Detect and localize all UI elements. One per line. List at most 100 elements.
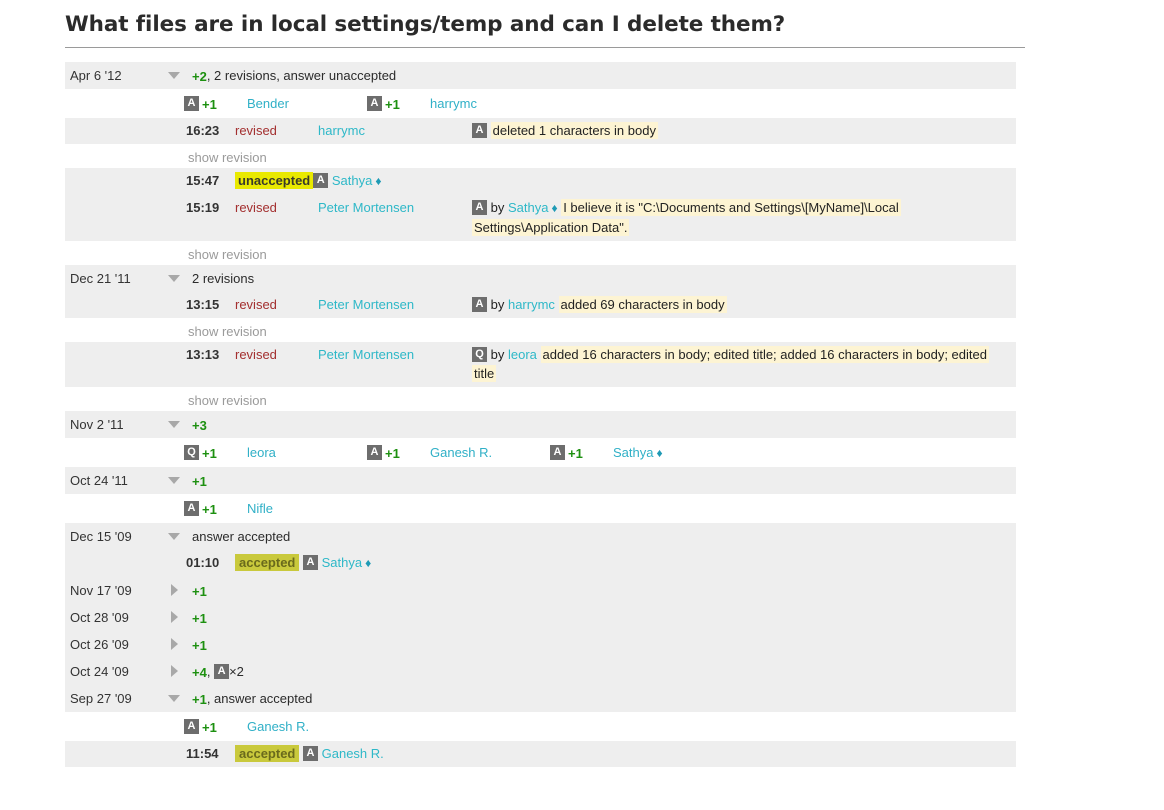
timeline-group-header[interactable]: Apr 6 '12 +2, 2 revisions, answer unaccep… xyxy=(65,62,1016,89)
triangle-down-icon xyxy=(168,476,180,484)
revision-timeline: Apr 6 '12 +2, 2 revisions, answer unaccep… xyxy=(65,62,1164,767)
user-link[interactable]: Sathya xyxy=(508,200,548,215)
user-link[interactable]: Peter Mortensen xyxy=(318,297,414,312)
group-vote-count: +1 xyxy=(192,638,207,654)
event-time: 01:10 xyxy=(186,555,220,570)
timeline-group-header[interactable]: Oct 24 '09 +4, A ×2 xyxy=(65,658,1016,685)
group-vote-count: +1 xyxy=(192,584,207,600)
answer-badge-icon: A xyxy=(367,445,382,461)
expand-toggle-icon[interactable] xyxy=(164,577,184,604)
group-vote-count: +4 xyxy=(192,665,207,681)
event-detail: A by Sathya ♦ I believe it is "C:\Documen… xyxy=(472,198,1006,237)
answer-badge-icon: A xyxy=(472,123,487,139)
show-revision-row: show revision xyxy=(65,318,1016,342)
vote-delta: +1 xyxy=(202,446,217,462)
user-link[interactable]: Peter Mortensen xyxy=(318,347,414,362)
user-link[interactable]: harrymc xyxy=(318,123,365,138)
show-revision-link[interactable]: show revision xyxy=(188,320,267,344)
vote-cell: A +1 xyxy=(550,438,583,467)
vote-cell: A +1 xyxy=(367,438,400,467)
timeline-group-header[interactable]: Sep 27 '09 +1, answer accepted xyxy=(65,685,1016,712)
triangle-down-icon xyxy=(168,274,180,282)
expand-toggle-icon[interactable] xyxy=(164,658,184,685)
timeline-group-header[interactable]: Nov 17 '09 +1 xyxy=(65,577,1016,604)
user-link[interactable]: Bender xyxy=(247,96,289,111)
user-link[interactable]: leora xyxy=(247,445,276,460)
revision-history-page: What files are in local settings/temp an… xyxy=(0,0,1164,810)
user-link[interactable]: leora xyxy=(508,347,537,362)
voter-name: harrymc xyxy=(430,89,477,118)
user-link[interactable]: Ganesh R. xyxy=(247,719,309,734)
group-summary: +4, A ×2 xyxy=(192,658,244,686)
show-revision-link[interactable]: show revision xyxy=(188,146,267,170)
collapse-toggle-icon[interactable] xyxy=(164,265,184,292)
user-link[interactable]: harrymc xyxy=(430,96,477,111)
event-detail: Q by leora added 16 characters in body; … xyxy=(472,345,1006,383)
timeline-event-row: 15:19 revised Peter Mortensen A by Sathya ♦ … xyxy=(65,195,1016,241)
vote-cell: A +1 xyxy=(184,494,217,523)
timeline-group-header[interactable]: Nov 2 '11 +3 xyxy=(65,411,1016,438)
collapse-toggle-icon[interactable] xyxy=(164,523,184,550)
user-link[interactable]: Ganesh R. xyxy=(430,445,492,460)
show-revision-link[interactable]: show revision xyxy=(188,243,267,267)
user-link[interactable]: Peter Mortensen xyxy=(318,200,414,215)
user-link[interactable]: harrymc xyxy=(508,297,555,312)
group-summary: +1 xyxy=(192,577,207,605)
collapse-toggle-icon[interactable] xyxy=(164,411,184,438)
collapse-toggle-icon[interactable] xyxy=(164,685,184,712)
event-detail-text: added 69 characters in body xyxy=(558,296,727,313)
user-link[interactable]: Sathya xyxy=(332,173,372,188)
vote-delta: +1 xyxy=(568,446,583,462)
expand-toggle-icon[interactable] xyxy=(164,604,184,631)
event-user: harrymc xyxy=(318,121,365,140)
group-summary: +1, answer accepted xyxy=(192,685,312,713)
timeline-event-row: 16:23 revised harrymc A deleted 1 character… xyxy=(65,118,1016,144)
group-date: Apr 6 '12 xyxy=(70,68,122,83)
user-link[interactable]: Sathya xyxy=(613,445,653,460)
answer-badge-icon: A xyxy=(214,664,230,680)
expand-toggle-icon[interactable] xyxy=(164,631,184,658)
group-vote-count: +1 xyxy=(192,474,207,490)
group-vote-count: +1 xyxy=(192,692,207,708)
timeline-event-row: 13:13 revised Peter Mortensen Q by leora ad… xyxy=(65,342,1016,387)
group-date: Oct 24 '11 xyxy=(70,473,128,488)
unaccepted-badge: unaccepted xyxy=(235,172,314,189)
group-summary-text: 2 revisions xyxy=(192,271,255,286)
question-badge-icon: Q xyxy=(184,445,199,461)
collapse-toggle-icon[interactable] xyxy=(164,467,184,494)
vote-row: A +1 Nifle xyxy=(65,494,1016,523)
triangle-down-icon xyxy=(168,71,180,79)
timeline-group-header[interactable]: Dec 15 '09 answer accepted xyxy=(65,523,1016,550)
triangle-down-icon xyxy=(168,694,180,702)
question-badge-icon: Q xyxy=(472,347,487,363)
group-summary-badge-count: ×2 xyxy=(229,664,244,679)
event-status: accepted A Ganesh R. xyxy=(235,744,1006,763)
timeline-group-header[interactable]: Oct 28 '09 +1 xyxy=(65,604,1016,631)
timeline-group-header[interactable]: Oct 26 '09 +1 xyxy=(65,631,1016,658)
timeline-group-header[interactable]: Oct 24 '11 +1 xyxy=(65,467,1016,494)
event-status: accepted A Sathya ♦ xyxy=(235,553,1006,573)
event-action: revised xyxy=(235,297,277,312)
event-time: 13:15 xyxy=(186,297,220,312)
group-summary: +1 xyxy=(192,467,207,495)
event-time: 11:54 xyxy=(186,746,219,761)
user-link[interactable]: Nifle xyxy=(247,501,273,516)
group-summary: 2 revisions xyxy=(192,265,254,292)
title-divider xyxy=(65,47,1025,48)
triangle-right-icon xyxy=(170,665,178,678)
user-link[interactable]: Sathya xyxy=(322,555,362,570)
event-user: Peter Mortensen xyxy=(318,345,414,364)
user-link[interactable]: Ganesh R. xyxy=(322,746,384,761)
collapse-toggle-icon[interactable] xyxy=(164,62,184,89)
show-revision-link[interactable]: show revision xyxy=(188,389,267,413)
event-time: 16:23 xyxy=(186,123,220,138)
event-action: revised xyxy=(235,123,277,138)
event-by-label: by xyxy=(490,297,508,312)
group-vote-count: +1 xyxy=(192,611,207,627)
event-status: unaccepted A Sathya ♦ xyxy=(235,171,1006,191)
event-detail: A deleted 1 characters in body xyxy=(472,121,1006,140)
answer-badge-icon: A xyxy=(472,297,487,313)
page-header: What files are in local settings/temp an… xyxy=(65,12,1025,48)
timeline-group-header[interactable]: Dec 21 '11 2 revisions xyxy=(65,265,1016,292)
answer-badge-icon: A xyxy=(184,719,199,735)
